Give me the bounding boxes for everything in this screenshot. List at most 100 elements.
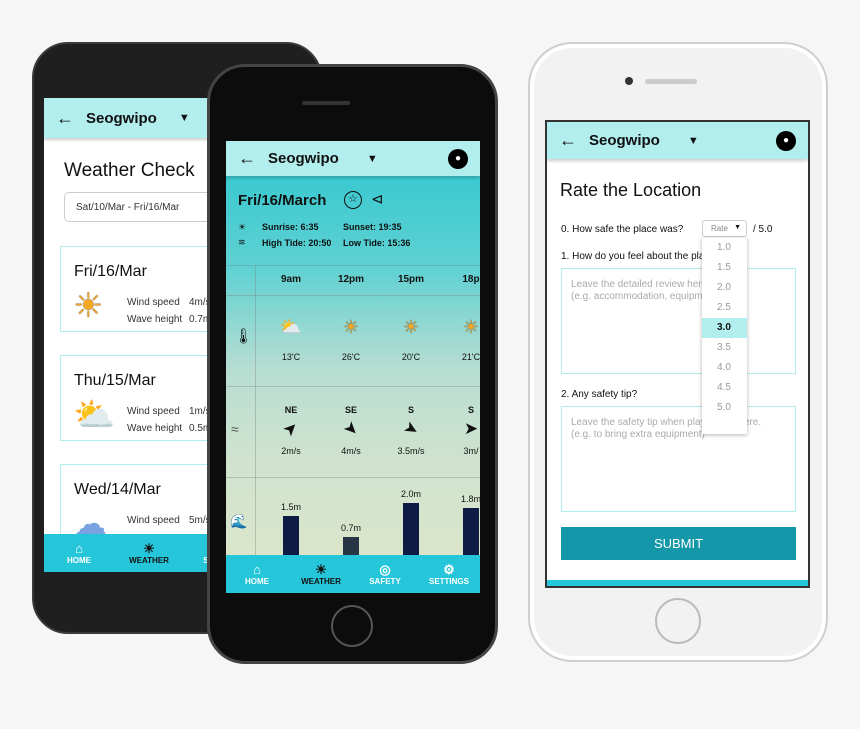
speaker [302, 101, 350, 105]
sun-icon: ☀ [73, 287, 104, 325]
nav-label: SAFETY [369, 576, 401, 586]
favorite-star-icon[interactable]: ☆ [344, 191, 362, 209]
nav-label: SETTINGS [428, 576, 469, 586]
chevron-down-icon: ▼ [734, 224, 741, 231]
weather-icon: ☀ [143, 540, 155, 556]
rate-option[interactable]: 3.0 [702, 318, 747, 338]
home-button[interactable] [655, 598, 701, 644]
wind-speed: 2m/s [281, 446, 301, 456]
wind-direction: S [467, 405, 474, 415]
safety-tip-textarea[interactable]: Leave the safety tip when play sports he… [561, 406, 796, 512]
wind-label: Wind speed [127, 406, 180, 417]
grid-line [226, 477, 480, 478]
rate-dropdown: 1.0 1.5 2.0 2.5 3.0 3.5 4.0 4.5 5.0 [702, 238, 747, 434]
weather-icon: ☀ [315, 561, 327, 577]
rate-location-screen: ← Seogwipo ▼ ● Rate the Location 0. How … [545, 120, 810, 588]
submit-button[interactable]: SUBMIT [561, 527, 796, 560]
chevron-down-icon[interactable]: ▼ [179, 112, 190, 124]
nav-home[interactable]: ⌂ HOME [44, 534, 114, 572]
question-safety: 0. How safe the place was? [561, 224, 684, 235]
question-feel: 1. How do you feel about the pla [561, 251, 705, 262]
gear-icon: ⚙ [443, 561, 455, 577]
page-title: Rate the Location [560, 180, 702, 200]
location-name[interactable]: Seogwipo [589, 132, 660, 149]
home-icon: ⌂ [75, 540, 83, 556]
sun-icon: ☀ [402, 317, 420, 337]
wind-icon: ≈ [231, 421, 239, 437]
back-arrow-icon[interactable]: ← [238, 148, 256, 169]
rate-option[interactable]: 1.5 [702, 258, 747, 278]
wave-height-label: 0.7m [340, 523, 361, 534]
nav-label: HOME [67, 555, 91, 565]
nav-weather[interactable]: ☀ WEATHER [290, 555, 352, 593]
rate-option[interactable]: 2.5 [702, 298, 747, 318]
rate-option[interactable]: 4.5 [702, 378, 747, 398]
temperature: 13'C [281, 352, 301, 362]
wind-label: Wind speed [127, 515, 180, 526]
location-name[interactable]: Seogwipo [86, 110, 157, 127]
temperature: 26'C [341, 352, 361, 362]
day-date: Fri/16/Mar [74, 263, 147, 280]
nav-home[interactable]: ⌂ HOME [226, 555, 288, 593]
grid-line [226, 265, 480, 266]
day-date: Wed/14/Mar [74, 481, 161, 498]
rate-option[interactable]: 1.0 [702, 238, 747, 258]
thermometer-icon: 🌡 [234, 328, 254, 345]
cloud-sun-icon: ⛅ [73, 396, 116, 434]
chevron-down-icon[interactable]: ▼ [367, 153, 378, 165]
sunset-time: Sunset: 19:35 [343, 222, 402, 232]
low-tide-time: Low Tide: 15:36 [343, 238, 411, 248]
wind-speed: 3m/ [463, 446, 479, 456]
wind-arrow-icon: ➤ [463, 419, 479, 438]
bell-icon[interactable]: ● [776, 130, 796, 151]
detail-date: Fri/16/March [238, 192, 327, 209]
bottom-nav [547, 580, 808, 586]
hour-label: 9am [280, 274, 301, 285]
share-icon[interactable]: ⊲ [371, 190, 384, 208]
app-header: ← Seogwipo ▼ ● [226, 141, 480, 176]
page-title: Weather Check [64, 160, 195, 181]
hour-label: 18p [462, 274, 480, 285]
speaker [645, 79, 697, 84]
weather-detail-screen: ← Seogwipo ▼ ● Fri/16/March ☆ ⊲ ☀ ≋ Sunr… [226, 141, 480, 593]
grid-line [226, 386, 480, 387]
nav-settings[interactable]: ⚙ SETTINGS [418, 555, 480, 593]
home-button[interactable] [331, 605, 373, 647]
wind-speed: 4m/s [341, 446, 361, 456]
nav-safety[interactable]: ◎SAFETY [354, 555, 416, 593]
nav-weather[interactable]: ☀ WEATHER [114, 534, 184, 572]
nav-label: WEATHER [301, 576, 341, 586]
temperature: 20'C [401, 352, 421, 362]
rate-max: / 5.0 [753, 224, 773, 235]
nav-label: WEATHER [129, 555, 169, 565]
sun-icon: ☀ [342, 317, 360, 337]
camera [625, 77, 633, 85]
grid-line [255, 265, 256, 593]
wave-label: Wave height [127, 314, 183, 325]
back-arrow-icon[interactable]: ← [56, 108, 74, 129]
wind-label: Wind speed [127, 297, 180, 308]
question-safety-tip: 2. Any safety tip? [561, 389, 638, 400]
lifebuoy-icon: ◎ [379, 561, 391, 577]
review-textarea[interactable]: Leave the detailed review here (e.g. acc… [561, 268, 796, 374]
rate-option[interactable]: 4.0 [702, 358, 747, 378]
wind-speed: 3.5m/s [397, 446, 425, 456]
rate-select-value: Rate [711, 224, 728, 233]
rate-option[interactable]: 3.5 [702, 338, 747, 358]
bell-icon[interactable]: ● [448, 148, 468, 169]
wave-label: Wave height [127, 423, 183, 434]
wave-icon: 🌊 [230, 513, 248, 529]
rate-option[interactable]: 5.0 [702, 398, 747, 418]
nav-label: HOME [245, 576, 269, 586]
back-arrow-icon[interactable]: ← [559, 130, 577, 151]
grid-line [226, 295, 480, 296]
location-name[interactable]: Seogwipo [268, 150, 339, 167]
rate-select[interactable]: Rate ▼ [702, 220, 747, 237]
wave-height-label: 2.0m [400, 489, 421, 499]
chevron-down-icon[interactable]: ▼ [688, 135, 699, 147]
home-icon: ⌂ [253, 561, 261, 577]
tide-icon: ≋ [238, 237, 246, 247]
rate-option[interactable]: 2.0 [702, 278, 747, 298]
day-date: Thu/15/Mar [74, 372, 156, 389]
high-tide-time: High Tide: 20:50 [262, 238, 332, 248]
